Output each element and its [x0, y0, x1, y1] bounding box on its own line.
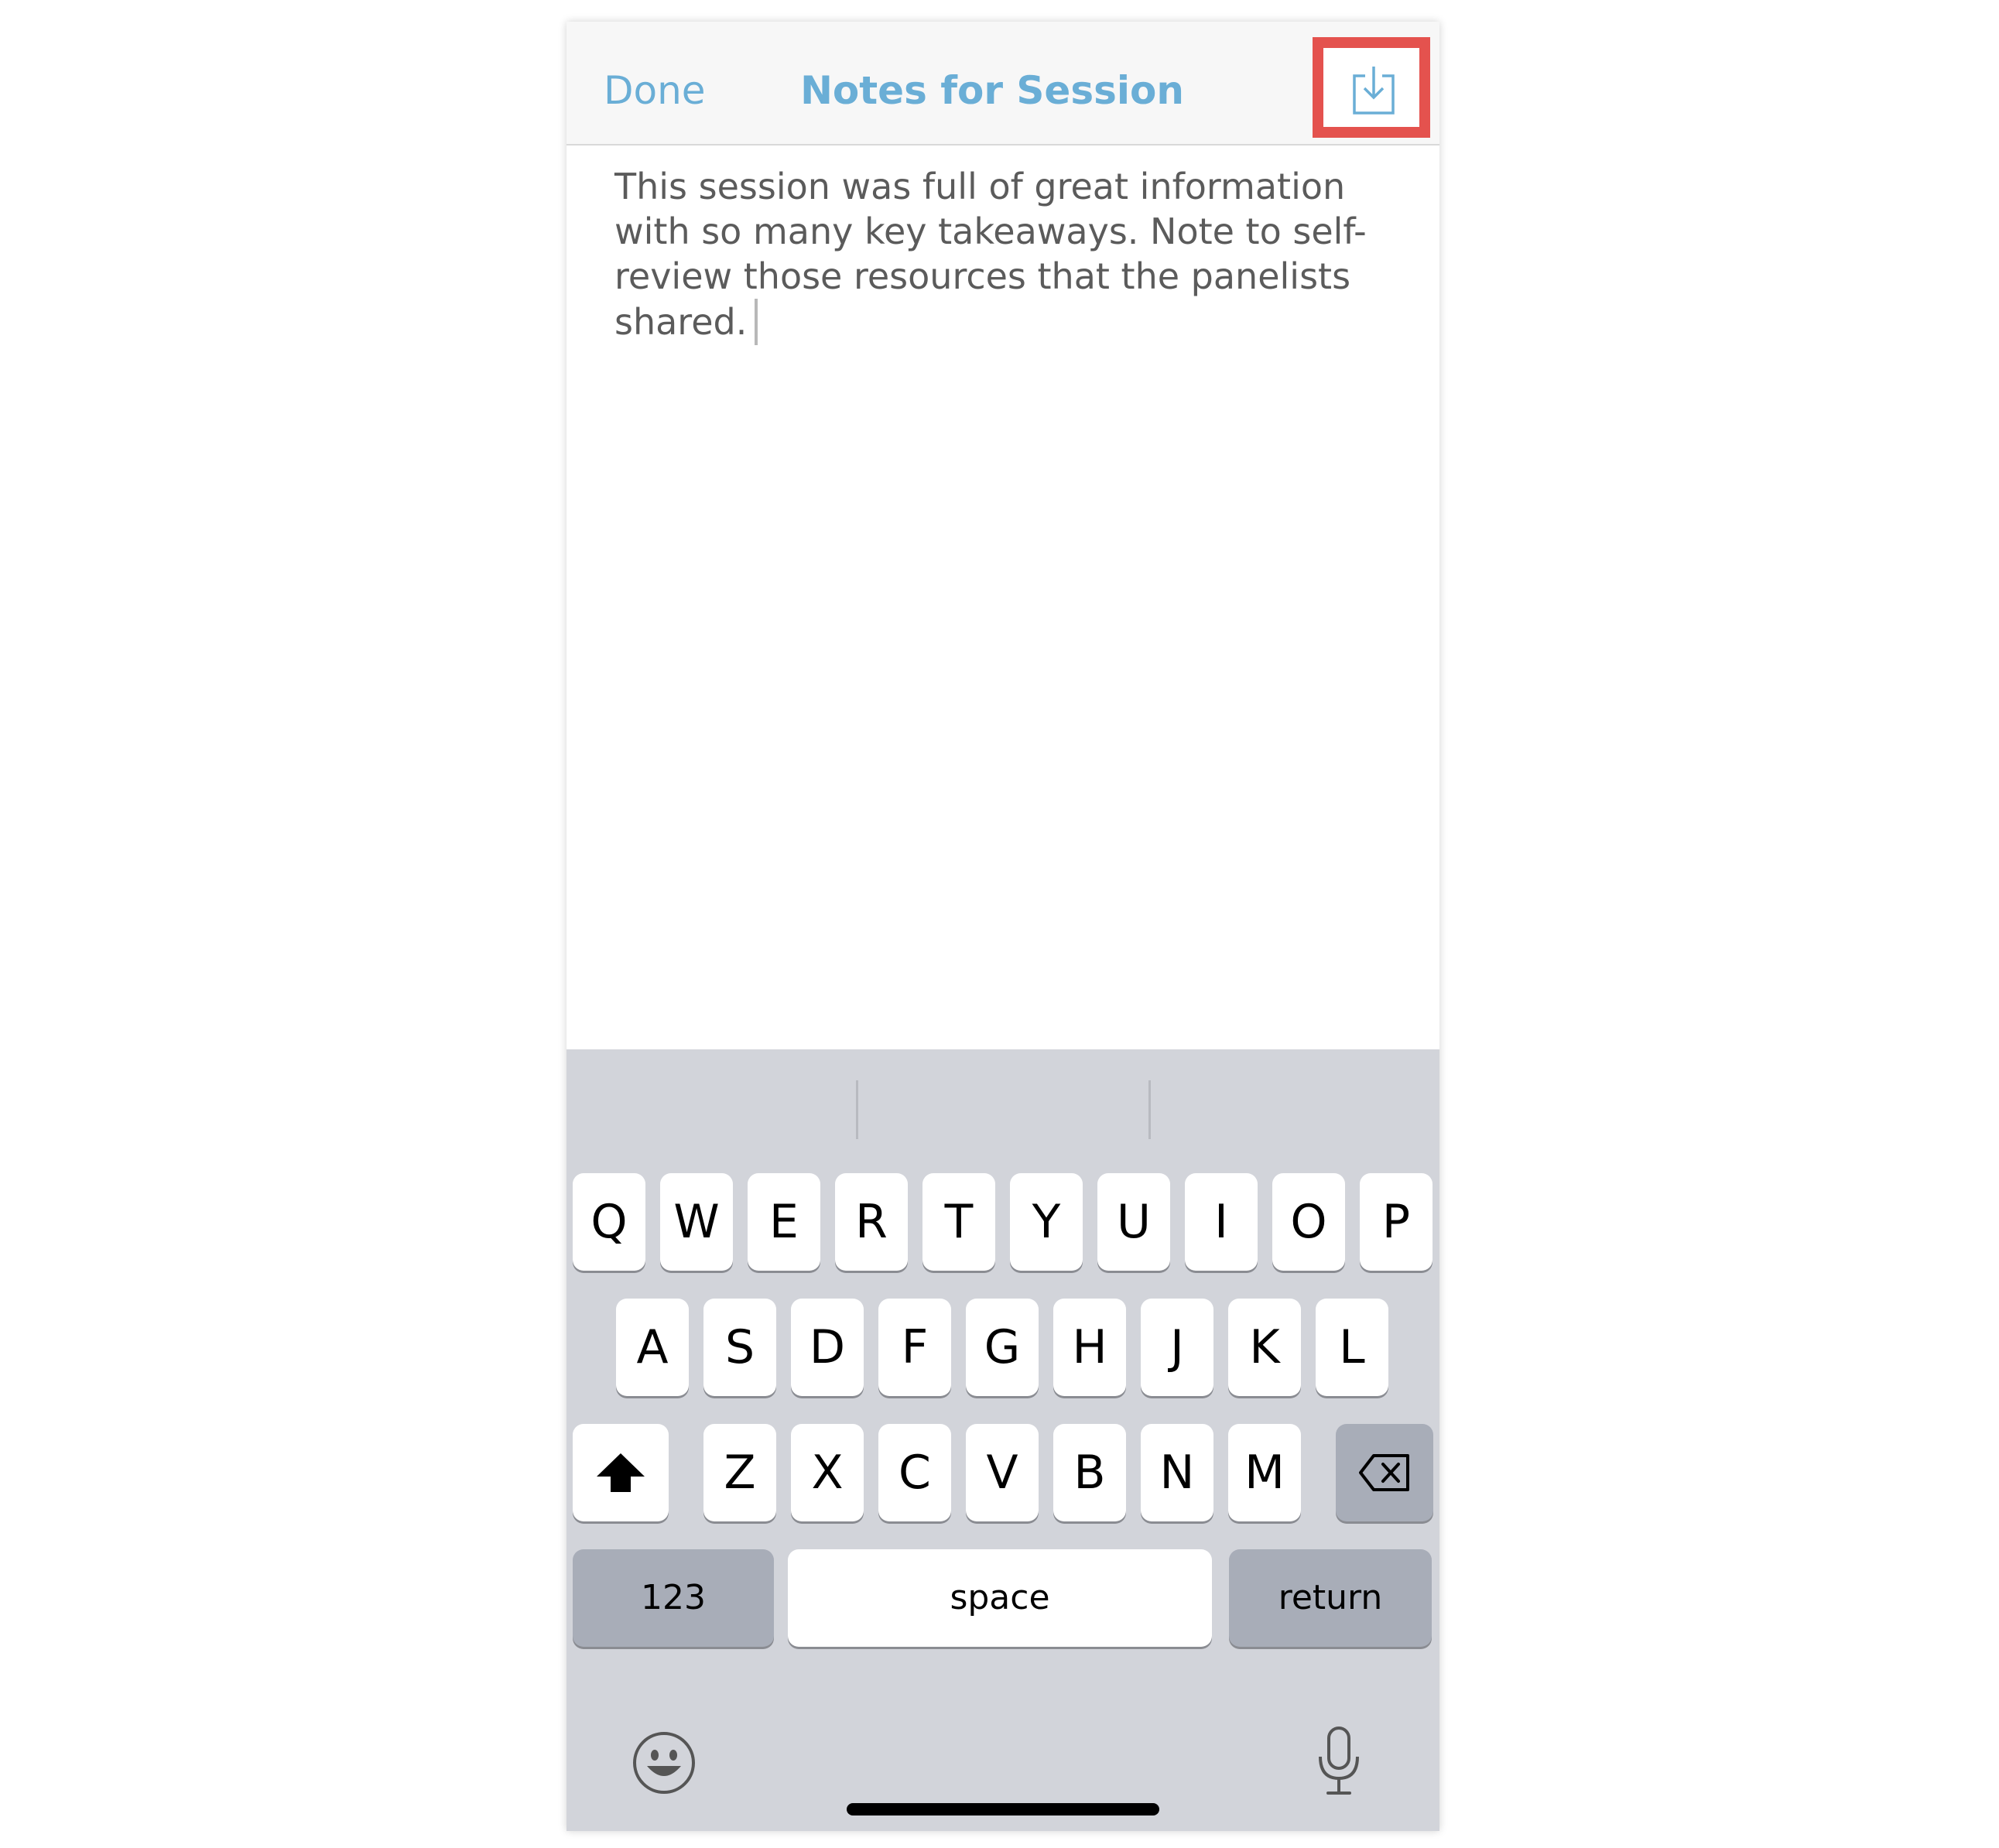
suggestion-divider — [1148, 1080, 1151, 1139]
emoji-button[interactable] — [632, 1730, 697, 1795]
keyboard: Q W E R T Y U I O P A S D F G H J K L Z … — [566, 1049, 1439, 1831]
key-b[interactable]: B — [1053, 1424, 1126, 1521]
numbers-key[interactable]: 123 — [573, 1549, 774, 1647]
done-button[interactable]: Done — [604, 68, 706, 113]
page-title: Notes for Session — [800, 68, 1184, 113]
key-u[interactable]: U — [1097, 1173, 1170, 1271]
key-h[interactable]: H — [1053, 1299, 1126, 1396]
navigation-bar: Done Notes for Session — [566, 22, 1439, 145]
key-c[interactable]: C — [878, 1424, 951, 1521]
key-g[interactable]: G — [966, 1299, 1039, 1396]
key-z[interactable]: Z — [703, 1424, 776, 1521]
return-key[interactable]: return — [1229, 1549, 1432, 1647]
key-y[interactable]: Y — [1010, 1173, 1083, 1271]
export-button[interactable] — [1313, 37, 1430, 138]
delete-key[interactable] — [1336, 1424, 1433, 1521]
key-l[interactable]: L — [1316, 1299, 1388, 1396]
key-w[interactable]: W — [660, 1173, 733, 1271]
key-d[interactable]: D — [791, 1299, 864, 1396]
key-m[interactable]: M — [1228, 1424, 1301, 1521]
suggestion-divider — [856, 1080, 858, 1139]
key-f[interactable]: F — [878, 1299, 951, 1396]
key-n[interactable]: N — [1141, 1424, 1213, 1521]
key-e[interactable]: E — [748, 1173, 820, 1271]
key-i[interactable]: I — [1185, 1173, 1258, 1271]
export-download-icon — [1353, 67, 1395, 115]
key-p[interactable]: P — [1360, 1173, 1433, 1271]
microphone-icon — [1319, 1727, 1359, 1795]
emoji-icon — [633, 1732, 695, 1794]
key-o[interactable]: O — [1272, 1173, 1345, 1271]
key-k[interactable]: K — [1228, 1299, 1301, 1396]
key-j[interactable]: J — [1141, 1299, 1213, 1396]
shift-key[interactable] — [573, 1424, 669, 1521]
text-caret — [755, 299, 758, 345]
backspace-icon — [1359, 1454, 1409, 1491]
key-s[interactable]: S — [703, 1299, 776, 1396]
note-text-area[interactable]: This session was full of great informati… — [614, 164, 1396, 345]
note-text: This session was full of great informati… — [614, 166, 1367, 343]
key-a[interactable]: A — [616, 1299, 689, 1396]
dictation-button[interactable] — [1316, 1726, 1362, 1797]
key-v[interactable]: V — [966, 1424, 1039, 1521]
shift-icon — [597, 1453, 645, 1492]
key-r[interactable]: R — [835, 1173, 908, 1271]
key-t[interactable]: T — [922, 1173, 995, 1271]
space-key[interactable]: space — [788, 1549, 1212, 1647]
key-q[interactable]: Q — [573, 1173, 645, 1271]
key-x[interactable]: X — [791, 1424, 864, 1521]
home-indicator[interactable] — [847, 1803, 1159, 1815]
phone-screen: Done Notes for Session This session was … — [566, 22, 1439, 1831]
